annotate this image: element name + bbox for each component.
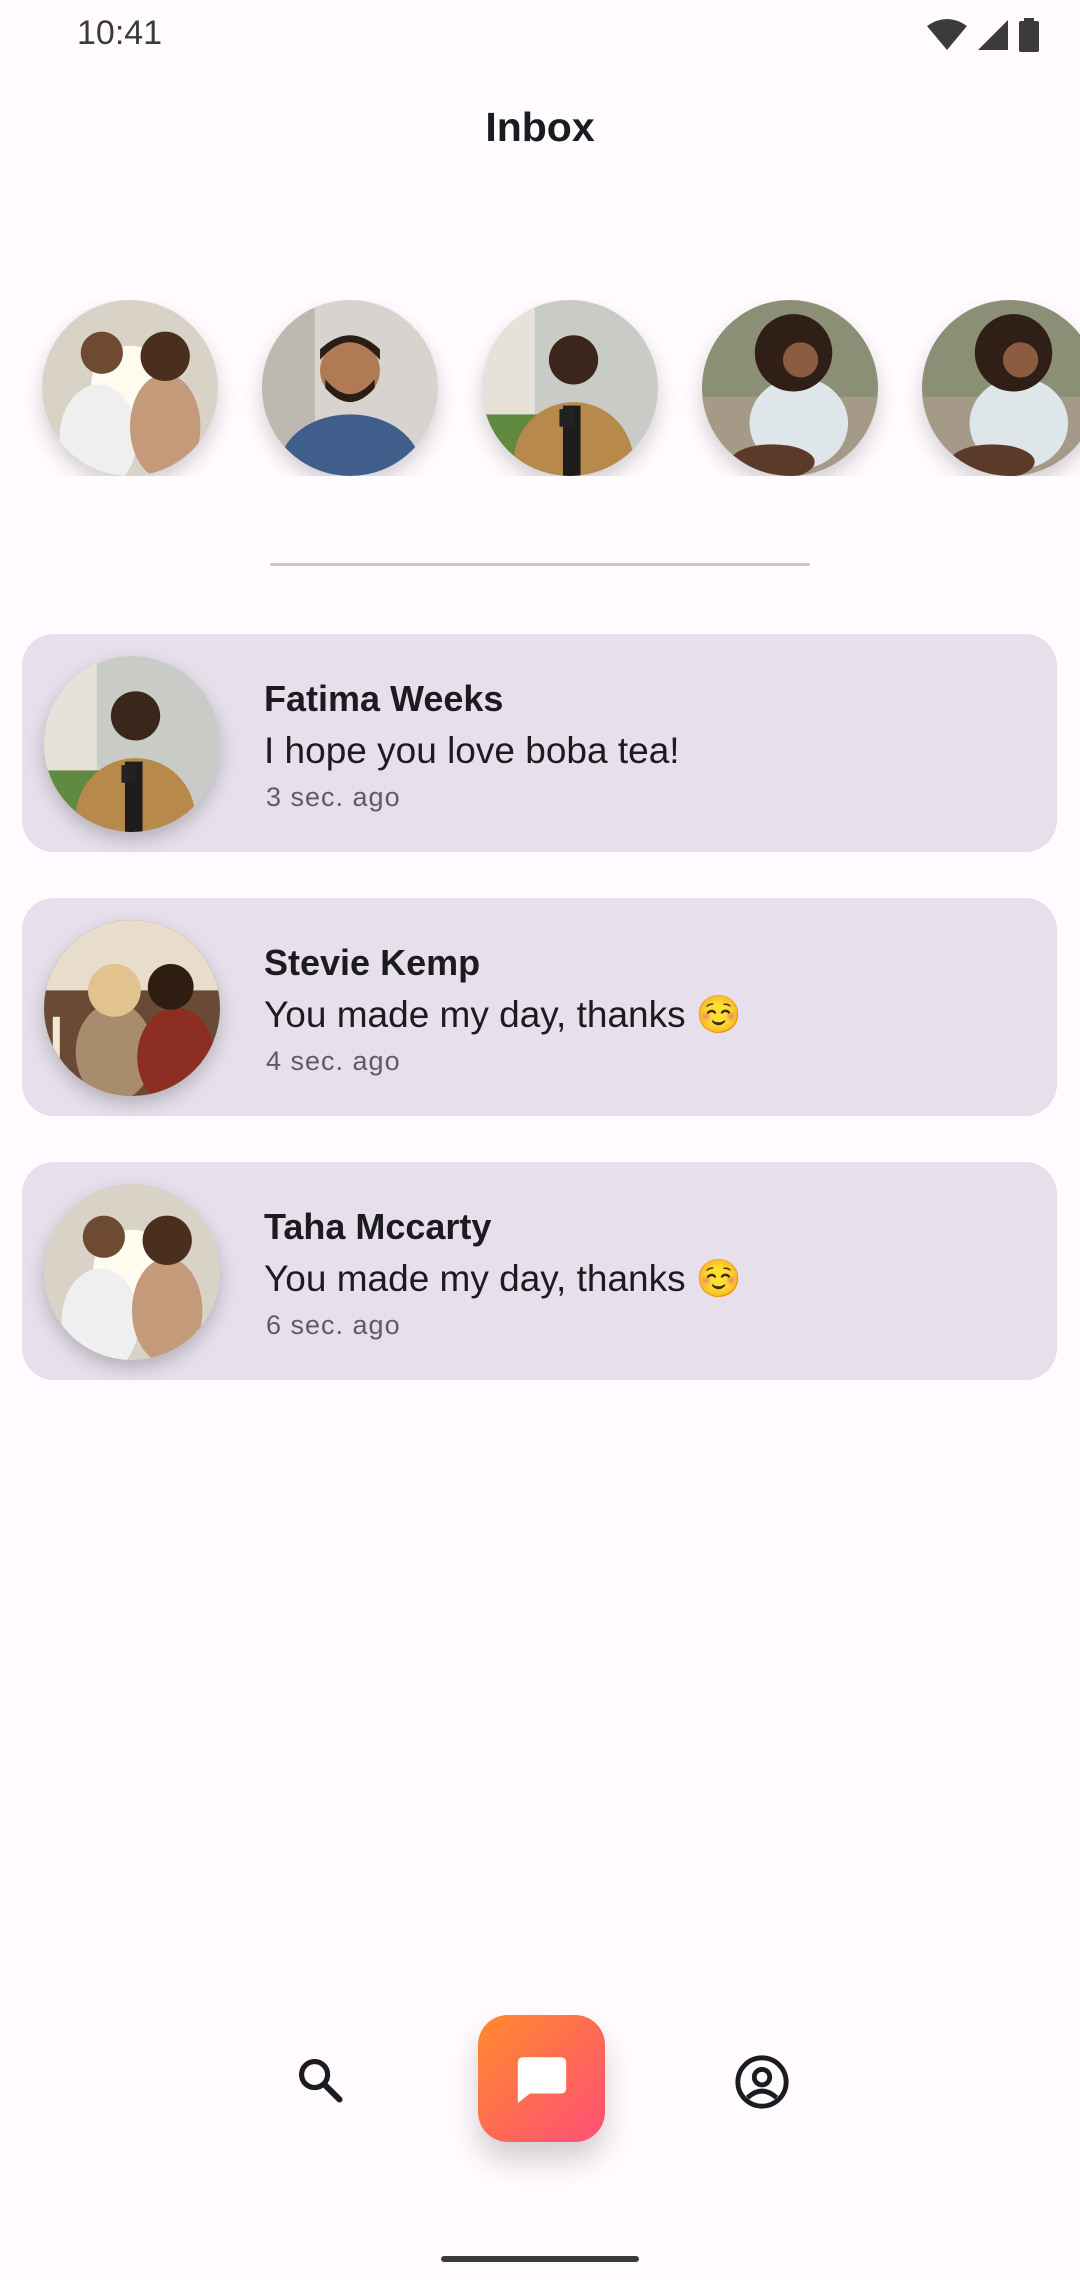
message-time: 3 sec. ago [266, 782, 401, 812]
woman-sitting-photo-avatar [922, 300, 1080, 476]
message-card[interactable]: Stevie Kemp You made my day, thanks ☺️ 4… [22, 898, 1057, 1116]
story-avatar[interactable] [922, 300, 1080, 476]
avatar [44, 656, 220, 832]
message-time: 6 sec. ago [266, 1310, 401, 1340]
couple-dining-photo-avatar [44, 920, 220, 1096]
message-sender: Fatima Weeks [264, 678, 504, 719]
message-preview: I hope you love boba tea! [264, 730, 680, 771]
account-circle-icon [735, 2055, 789, 2109]
woman-sitting-photo-avatar [702, 300, 878, 476]
story-avatar[interactable] [702, 300, 878, 476]
stories-row [0, 300, 1080, 476]
status-icons [926, 18, 1040, 52]
message-sender: Taha Mccarty [264, 1206, 492, 1247]
avatar [44, 920, 220, 1096]
signal-icon [978, 20, 1008, 50]
search-icon [298, 2058, 343, 2103]
story-avatar[interactable] [482, 300, 658, 476]
message-time: 4 sec. ago [266, 1046, 401, 1076]
nav-search-button[interactable] [290, 2050, 350, 2110]
status-bar: 10:41 [0, 0, 1080, 72]
message-preview: You made my day, thanks ☺️ [264, 1258, 742, 1299]
chat-icon [517, 2056, 566, 2103]
battery-icon [1019, 18, 1039, 52]
nav-profile-button[interactable] [730, 2050, 794, 2114]
wifi-icon [927, 19, 967, 50]
status-time: 10:41 [77, 14, 163, 52]
message-card[interactable]: Taha Mccarty You made my day, thanks ☺️ … [22, 1162, 1057, 1380]
couple-photo-avatar [42, 300, 218, 476]
nav-inbox-button[interactable] [478, 2015, 605, 2142]
divider [270, 563, 810, 566]
message-sender: Stevie Kemp [264, 942, 481, 983]
couple-photo-avatar [44, 1184, 220, 1360]
avatar [44, 1184, 220, 1360]
smiling-man-photo-avatar [262, 300, 438, 476]
man-with-phone-photo-avatar [44, 656, 220, 832]
story-avatar[interactable] [42, 300, 218, 476]
message-card[interactable]: Fatima Weeks I hope you love boba tea! 3… [22, 634, 1057, 852]
home-indicator [441, 2256, 639, 2262]
man-with-phone-photo-avatar [482, 300, 658, 476]
page-title: Inbox [485, 104, 595, 150]
message-preview: You made my day, thanks ☺️ [264, 994, 742, 1035]
story-avatar[interactable] [262, 300, 438, 476]
